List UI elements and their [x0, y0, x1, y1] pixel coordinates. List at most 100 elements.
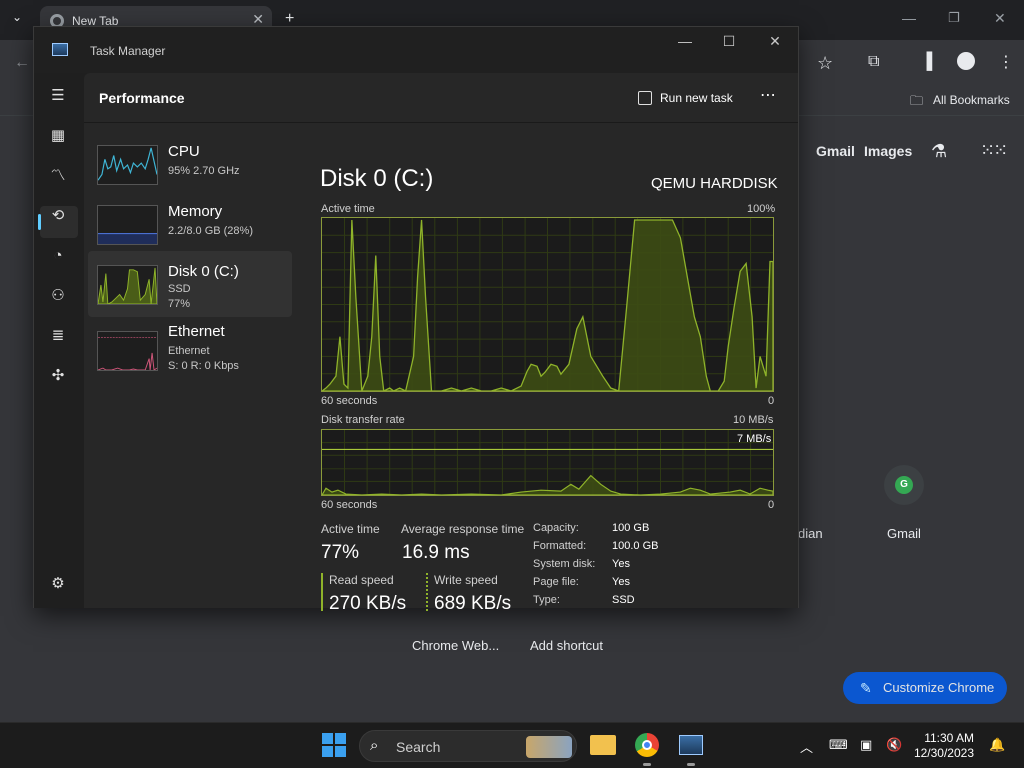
apps-grid-icon[interactable]: ⁙⁙	[980, 140, 1008, 161]
services-puzzle-icon[interactable]: ✣	[47, 365, 69, 387]
chart2-max-label: 10 MB/s	[733, 414, 774, 426]
chrome-taskbar-icon[interactable]	[635, 733, 659, 757]
perf-name-ethernet: Ethernet	[168, 323, 225, 340]
taskbar-search-box[interactable]: ⌕ Search	[359, 730, 577, 762]
chart2-reference-label: 7 MB/s	[737, 433, 772, 445]
start-logo-tile	[335, 746, 346, 757]
network-icon[interactable]: ▣	[860, 737, 872, 753]
search-icon: ⌕	[370, 737, 379, 754]
shortcut-label-add-shortcut[interactable]: Add shortcut	[530, 638, 603, 653]
perf-item-cpu[interactable]: CPU 95% 2.70 GHz	[88, 131, 292, 195]
tab-search-chevron-icon[interactable]: ⌄	[12, 10, 22, 24]
tm-minimize-icon[interactable]: —	[670, 33, 700, 49]
read-speed-value: 270 KB/s	[329, 593, 407, 614]
prop-type-key: Type:	[533, 594, 560, 606]
perf-item-ethernet[interactable]: Ethernet Ethernet S: 0 R: 0 Kbps	[88, 319, 292, 391]
detail-title: Disk 0 (C:)	[320, 165, 434, 192]
run-new-task-button[interactable]: Run new task	[636, 87, 733, 109]
run-task-icon	[638, 91, 652, 105]
extensions-icon[interactable]: ⧉	[868, 53, 879, 71]
perf-item-disk[interactable]: Disk 0 (C:) SSD 77%	[88, 251, 292, 317]
detail-disk-model: QEMU HARDDISK	[651, 175, 778, 192]
chrome-running-indicator	[643, 763, 651, 766]
chart2-x-right: 0	[768, 499, 775, 511]
chrome-menu-icon[interactable]: ⋮	[998, 52, 1014, 72]
read-speed-label: Read speed	[329, 573, 394, 587]
task-manager-title: Task Manager	[90, 44, 166, 58]
disk-thumbnail-graph	[97, 265, 158, 305]
gmail-link[interactable]: Gmail	[816, 143, 855, 159]
app-history-icon[interactable]: ⟲	[47, 205, 69, 227]
side-panel-icon[interactable]: ▐	[921, 53, 932, 71]
chart1-max-label: 100%	[747, 203, 776, 215]
restore-icon[interactable]: ❐	[948, 10, 960, 26]
task-manager-running-indicator	[687, 763, 695, 766]
perf-sub-cpu: 95% 2.70 GHz	[168, 165, 240, 177]
minimize-icon[interactable]: —	[902, 10, 916, 26]
file-explorer-icon[interactable]	[590, 735, 616, 755]
windows-start-icon[interactable]	[322, 733, 346, 757]
back-icon[interactable]: ←	[14, 54, 30, 72]
bookmark-star-icon[interactable]: ☆	[817, 53, 833, 74]
search-highlight-icon	[526, 736, 572, 758]
performance-icon[interactable]: 〽	[47, 165, 69, 187]
prop-formatted-key: Formatted:	[533, 540, 587, 552]
performance-header: Performance Run new task ⋯	[84, 73, 798, 123]
gmail-shortcut-tile[interactable]: G	[884, 465, 924, 505]
notifications-bell-icon[interactable]: 🔔	[989, 737, 1005, 753]
avg-response-label: Average response time	[401, 522, 525, 536]
prop-capacity-key: Capacity:	[533, 522, 579, 534]
hamburger-menu-icon[interactable]: ☰	[47, 85, 69, 107]
startup-apps-icon[interactable]: ◔	[47, 245, 69, 267]
shortcut-label-partial[interactable]: dian	[798, 526, 823, 541]
chart1-label: Active time	[321, 203, 375, 215]
taskbar-clock[interactable]: 11:30 AM 12/30/2023	[912, 731, 974, 761]
chart1-x-left: 60 seconds	[321, 395, 378, 407]
active-time-grid	[322, 218, 773, 391]
all-bookmarks-link[interactable]: All Bookmarks	[933, 93, 1010, 107]
users-icon[interactable]: ⚇	[47, 285, 69, 307]
prop-system-disk-key: System disk:	[533, 558, 596, 570]
perf-sub-memory: 2.2/8.0 GB (28%)	[168, 225, 253, 237]
windows-taskbar: ⌕ Search ︿ ⌨ ▣ 🔇 11:30 AM 12/30/2023 🔔	[0, 722, 1024, 768]
taskbar-search-label: Search	[396, 739, 441, 755]
ethernet-thumbnail-graph	[97, 331, 158, 371]
perf-sub-ethernet-name: Ethernet	[168, 345, 210, 357]
prop-page-file-value: Yes	[612, 576, 630, 588]
images-link[interactable]: Images	[864, 143, 912, 159]
write-speed-indicator	[426, 573, 428, 611]
page-title: Performance	[99, 90, 185, 106]
perf-item-memory[interactable]: Memory 2.2/8.0 GB (28%)	[88, 191, 292, 255]
details-list-icon[interactable]: ≣	[47, 325, 69, 347]
profile-avatar-icon[interactable]	[957, 52, 975, 70]
prop-type-value: SSD	[612, 594, 635, 606]
shortcut-label-gmail[interactable]: Gmail	[887, 526, 921, 541]
task-manager-nav: ☰ ▦ 〽 ⟲ ◔ ⚇ ≣ ✣ ⚙	[34, 73, 84, 608]
task-manager-taskbar-icon[interactable]	[679, 735, 703, 755]
task-manager-titlebar: Task Manager — ☐ ✕	[34, 27, 798, 73]
more-options-icon[interactable]: ⋯	[760, 85, 777, 105]
tray-overflow-chevron-icon[interactable]: ︿	[800, 737, 813, 756]
customize-chrome-button[interactable]: ✎ Customize Chrome	[843, 672, 1007, 704]
labs-flask-icon[interactable]: ⚗	[931, 141, 947, 162]
perf-name-cpu: CPU	[168, 143, 200, 160]
volume-muted-icon[interactable]: 🔇	[886, 737, 902, 753]
prop-formatted-value: 100.0 GB	[612, 540, 659, 552]
keyboard-icon[interactable]: ⌨	[829, 737, 848, 753]
task-manager-main: Performance Run new task ⋯ CPU 95% 2.70 …	[84, 73, 798, 614]
tm-close-icon[interactable]: ✕	[760, 33, 790, 50]
processes-icon[interactable]: ▦	[47, 125, 69, 147]
task-manager-app-icon	[52, 43, 68, 56]
avg-response-value: 16.9 ms	[402, 542, 470, 563]
prop-system-disk-value: Yes	[612, 558, 630, 570]
tm-maximize-icon[interactable]: ☐	[714, 33, 744, 50]
settings-gear-icon[interactable]: ⚙	[47, 573, 69, 595]
task-manager-window: Task Manager — ☐ ✕ ☰ ▦ 〽 ⟲ ◔ ⚇ ≣ ✣ ⚙ Per…	[33, 26, 799, 614]
start-logo-tile	[322, 733, 333, 744]
start-logo-tile	[322, 746, 333, 757]
write-speed-value: 689 KB/s	[434, 593, 512, 614]
shortcut-label-chrome-web-store[interactable]: Chrome Web...	[412, 638, 499, 653]
close-window-icon[interactable]: ✕	[994, 10, 1006, 27]
perf-sub-disk-type: SSD	[168, 283, 191, 295]
chart1-x-right: 0	[768, 395, 775, 407]
